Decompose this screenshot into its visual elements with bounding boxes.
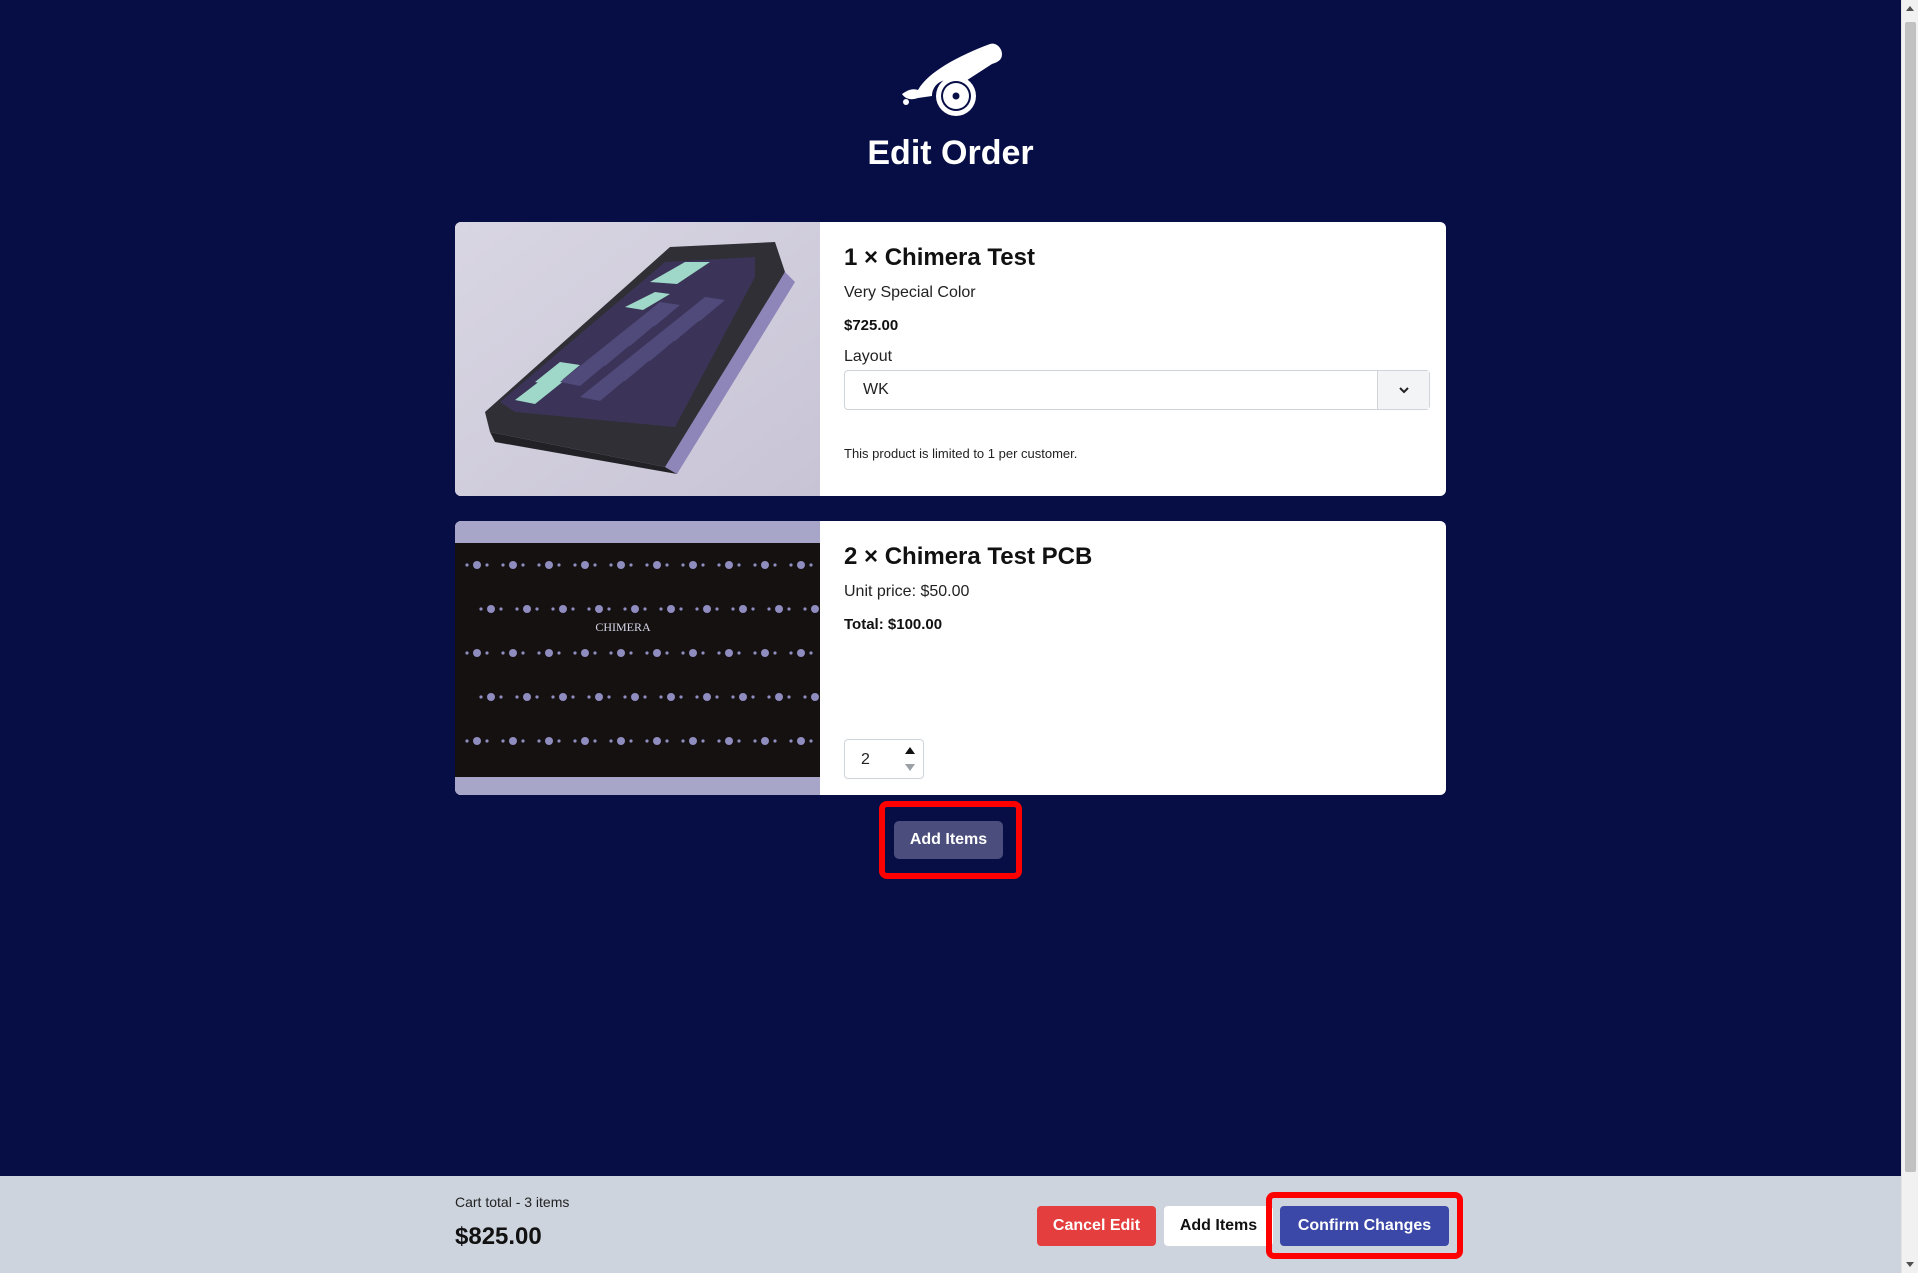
add-items-highlight: Add Items: [879, 801, 1022, 879]
add-items-footer-button[interactable]: Add Items: [1164, 1206, 1273, 1246]
layout-select-toggle[interactable]: [1377, 371, 1429, 409]
pcb-product-image: CHIMERA: [455, 521, 820, 795]
chevron-down-icon: [1399, 387, 1409, 394]
confirm-changes-button[interactable]: Confirm Changes: [1280, 1206, 1449, 1246]
page-scrollbar[interactable]: [1901, 0, 1918, 1273]
layout-select[interactable]: WK: [844, 370, 1430, 410]
quantity-value: 2: [861, 751, 870, 768]
add-items-button[interactable]: Add Items: [894, 821, 1003, 859]
layout-select-value: WK: [863, 381, 889, 398]
cancel-edit-button[interactable]: Cancel Edit: [1037, 1206, 1156, 1246]
page-title: Edit Order: [867, 134, 1034, 172]
keyboard-product-image: [455, 222, 820, 496]
order-item-details: 1 × Chimera Test Very Special Color $725…: [844, 222, 1430, 496]
scroll-up-icon[interactable]: [1906, 6, 1914, 11]
order-item-details: 2 × Chimera Test PCB Unit price: $50.00 …: [844, 521, 1430, 795]
item-variant: Very Special Color: [844, 284, 976, 301]
item-title: 1 × Chimera Test: [844, 244, 1035, 271]
cannon-icon: [902, 43, 1002, 116]
scrollbar-thumb[interactable]: [1905, 22, 1916, 1172]
increment-arrow-icon[interactable]: [905, 747, 915, 754]
quantity-stepper[interactable]: 2: [844, 739, 924, 779]
item-unit-price: Unit price: $50.00: [844, 583, 970, 600]
item-title: 2 × Chimera Test PCB: [844, 543, 1093, 570]
confirm-highlight: Confirm Changes: [1266, 1192, 1463, 1259]
cart-summary: Cart total - 3 items: [455, 1194, 570, 1210]
item-price: $725.00: [844, 317, 899, 334]
order-item-card: 1 × Chimera Test Very Special Color $725…: [455, 222, 1446, 496]
limit-note: This product is limited to 1 per custome…: [844, 446, 1078, 461]
cart-total: $825.00: [455, 1223, 542, 1250]
decrement-arrow-icon[interactable]: [905, 764, 915, 771]
layout-label: Layout: [844, 348, 893, 365]
order-item-card: CHIMERA 2 × Chimera Test PCB Unit price:…: [455, 521, 1446, 795]
item-total: Total: $100.00: [844, 616, 943, 633]
cart-footer: Cart total - 3 items $825.00 Cancel Edit…: [0, 1176, 1901, 1273]
scroll-down-icon[interactable]: [1906, 1262, 1914, 1267]
page: Edit Order 1 × Chimera Test Very Special…: [0, 0, 1918, 1273]
pcb-brand-text: CHIMERA: [595, 620, 651, 634]
